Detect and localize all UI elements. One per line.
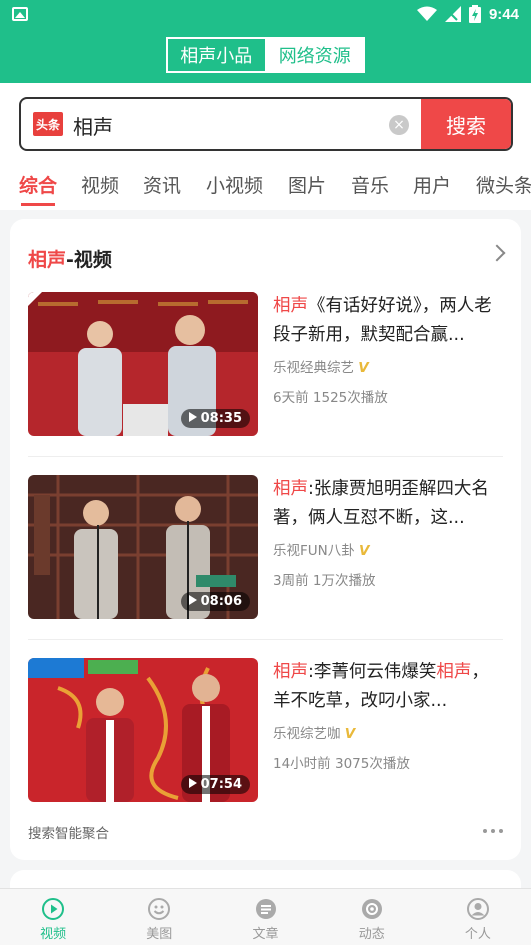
signal-icon: [444, 6, 461, 22]
tab-web-resources[interactable]: 网络资源: [266, 39, 363, 71]
play-circle-icon: [42, 898, 65, 920]
tab-music[interactable]: 音乐: [351, 171, 389, 198]
verified-icon: V: [359, 543, 370, 559]
category-tabs: 综合 视频 资讯 小视频 图片 音乐 用户 微头条: [0, 165, 531, 210]
nav-feed[interactable]: 动态: [319, 889, 425, 945]
nav-profile[interactable]: 个人: [425, 889, 531, 945]
duration-badge: 08:35: [180, 409, 250, 428]
video-title[interactable]: 相声:张康贾旭明歪解四大名著，俩人互怼不断，这...: [273, 475, 505, 533]
clock: 9:44: [488, 5, 519, 23]
duration-badge: 08:06: [180, 592, 250, 611]
person-icon: [466, 898, 489, 920]
video-source[interactable]: 乐视FUN八卦 V: [273, 539, 505, 559]
app-header: 相声小品 网络资源: [0, 30, 531, 83]
nav-video[interactable]: 视频: [0, 889, 106, 945]
play-icon: [188, 595, 197, 605]
video-source[interactable]: 乐视综艺咖 V: [273, 722, 505, 742]
tab-crosstalk[interactable]: 相声小品: [168, 39, 267, 71]
video-thumbnail[interactable]: 07:54: [28, 658, 258, 802]
video-meta: 14小时前 3075次播放: [273, 756, 410, 772]
tab-users[interactable]: 用户: [413, 171, 451, 198]
smile-icon: [148, 898, 171, 920]
video-meta: 3周前 1万次播放: [273, 573, 376, 589]
card-title[interactable]: 相声-视频: [28, 245, 112, 272]
verified-icon: V: [344, 726, 356, 742]
tab-short-video[interactable]: 小视频: [206, 171, 263, 198]
gear-icon: [361, 899, 382, 919]
toutiao-logo: 头条: [33, 112, 63, 136]
video-info: 相声:张康贾旭明歪解四大名著，俩人互怼不断，这... 乐视FUN八卦 V 3周前…: [273, 475, 505, 589]
play-icon: [188, 412, 197, 422]
video-item[interactable]: 07:54 相声:李菁何云伟爆笑相声，羊不吃草，改叼小家... 乐视综艺咖 V …: [28, 658, 503, 804]
tab-video[interactable]: 视频: [81, 171, 119, 198]
video-thumbnail[interactable]: 08:35: [28, 292, 258, 436]
video-title[interactable]: 相声:李菁何云伟爆笑相声，羊不吃草，改叼小家...: [273, 658, 505, 716]
search-box: 头条 相声 × 搜索: [19, 97, 513, 151]
status-bar: 9:44: [0, 0, 531, 30]
more-options-icon[interactable]: [483, 829, 503, 833]
tab-images[interactable]: 图片: [288, 171, 326, 198]
video-item[interactable]: 08:06 相声:张康贾旭明歪解四大名著，俩人互怼不断，这... 乐视FUN八卦…: [28, 475, 503, 621]
divider: [28, 456, 503, 457]
chevron-right-icon[interactable]: [488, 244, 506, 262]
tab-micro-posts[interactable]: 微头条: [476, 171, 531, 198]
image-notification-icon: [12, 7, 28, 21]
video-meta: 6天前 1525次播放: [273, 390, 388, 406]
wifi-icon: [416, 6, 437, 21]
video-results-card: 相声-视频 08:35 相声《有话好好说》，两人老段子新用，默契配合赢... 乐…: [10, 219, 521, 860]
clear-icon[interactable]: ×: [389, 115, 409, 135]
article-icon: [255, 899, 276, 919]
play-icon: [188, 778, 197, 788]
video-title[interactable]: 相声《有话好好说》，两人老段子新用，默契配合赢...: [273, 292, 505, 350]
search-input[interactable]: 相声: [73, 111, 113, 140]
duration-badge: 07:54: [180, 775, 250, 794]
source-toggle: 相声小品 网络资源: [166, 37, 365, 73]
bottom-navigation: 视频 美图 文章 动态 个人: [0, 888, 531, 945]
divider: [28, 639, 503, 640]
video-info: 相声《有话好好说》，两人老段子新用，默契配合赢... 乐视经典综艺 V 6天前 …: [273, 292, 505, 406]
video-info: 相声:李菁何云伟爆笑相声，羊不吃草，改叼小家... 乐视综艺咖 V 14小时前 …: [273, 658, 505, 772]
video-thumbnail[interactable]: 08:06: [28, 475, 258, 619]
search-area: 头条 相声 × 搜索: [0, 83, 531, 165]
video-source[interactable]: 乐视经典综艺 V: [273, 356, 505, 376]
verified-icon: V: [358, 360, 369, 376]
tab-all[interactable]: 综合: [19, 171, 57, 206]
aggregation-footer: 搜索智能聚合: [28, 826, 109, 842]
nav-articles[interactable]: 文章: [212, 889, 318, 945]
search-button[interactable]: 搜索: [421, 99, 511, 149]
nav-pictures[interactable]: 美图: [106, 889, 212, 945]
battery-icon: [468, 5, 481, 23]
video-item[interactable]: 08:35 相声《有话好好说》，两人老段子新用，默契配合赢... 乐视经典综艺 …: [28, 292, 503, 438]
tab-news[interactable]: 资讯: [143, 171, 181, 198]
